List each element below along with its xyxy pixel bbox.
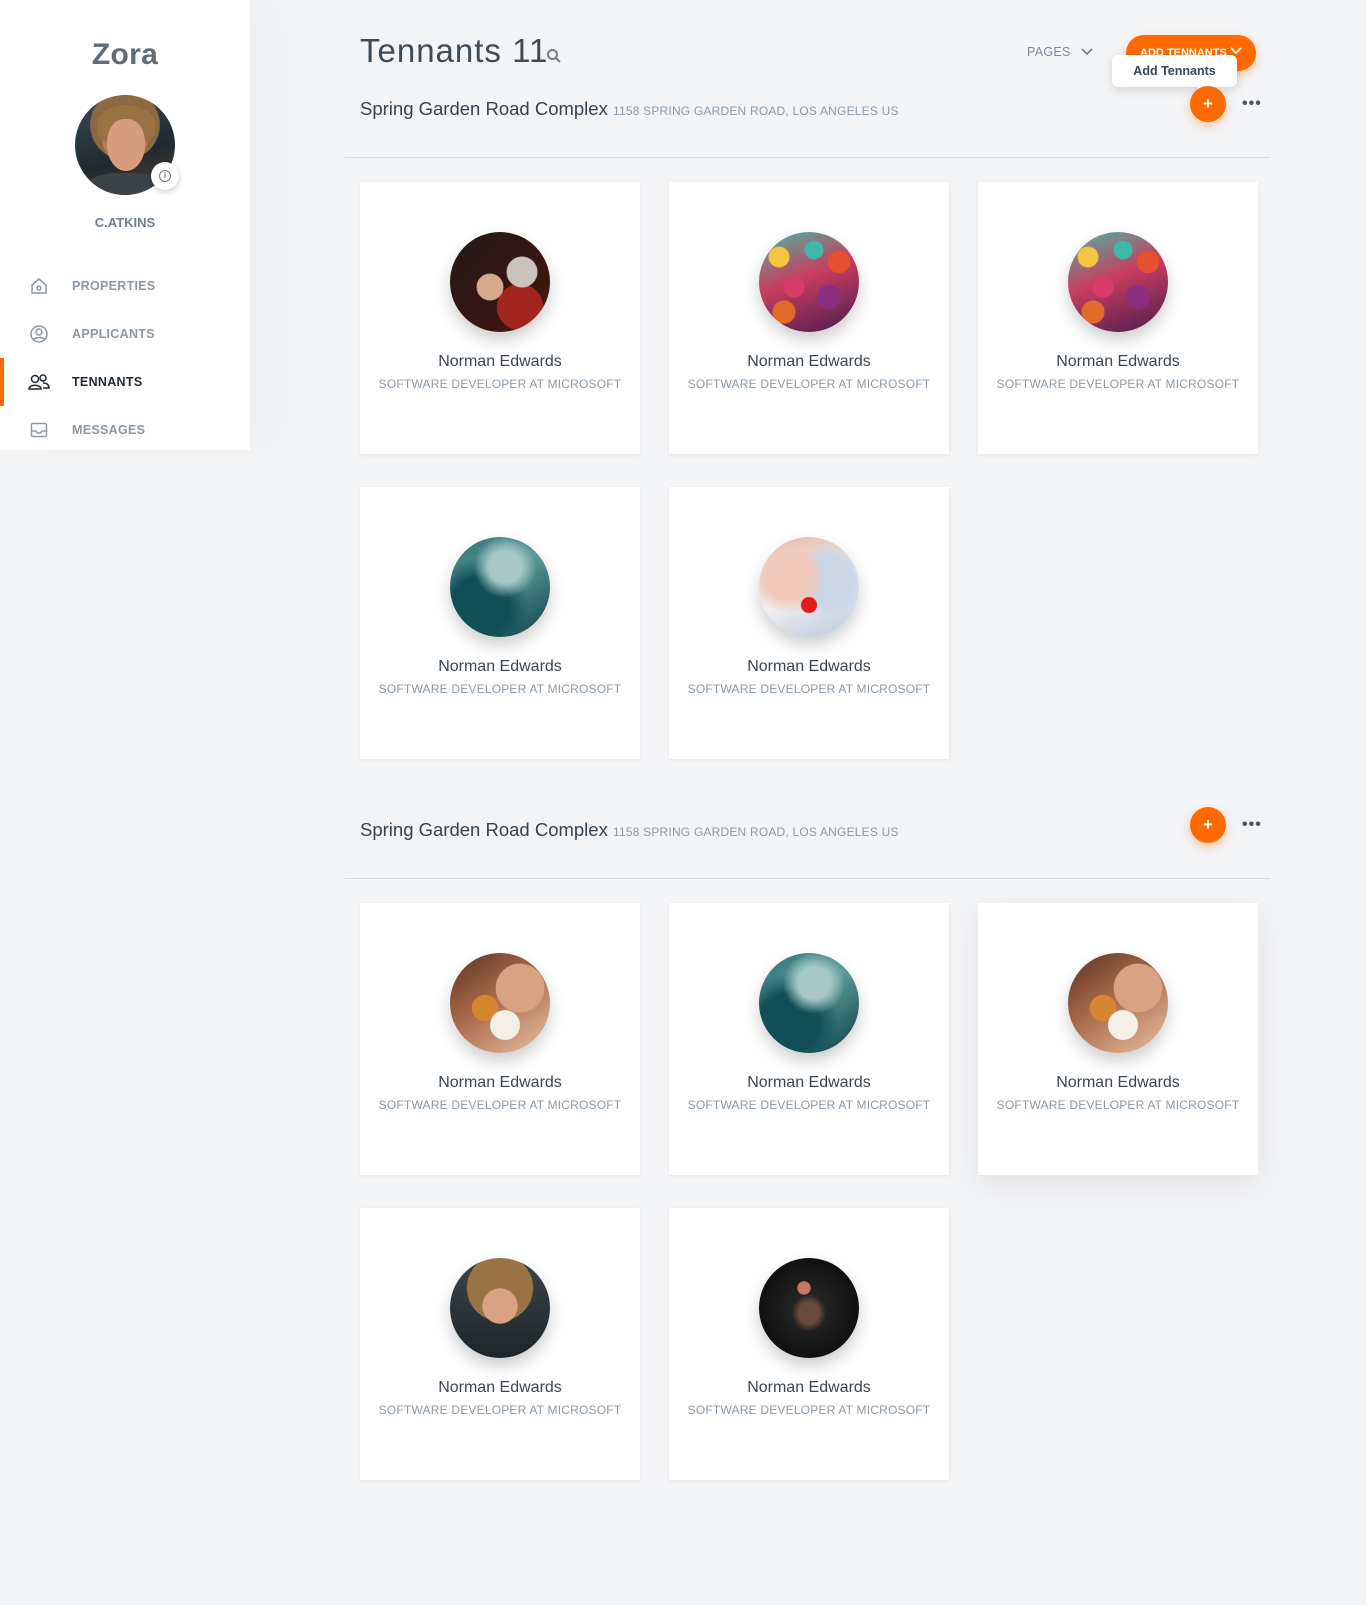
sidebar-item-label: MESSAGES [72, 423, 146, 437]
tenant-name: Norman Edwards [438, 1379, 562, 1396]
tenant-role: SOFTWARE DEVELOPER AT MICROSOFT [687, 377, 931, 391]
chevron-down-icon [1230, 47, 1242, 55]
inbox-icon [28, 419, 50, 441]
tenant-card[interactable]: Norman Edwards SOFTWARE DEVELOPER AT MIC… [669, 1208, 949, 1480]
tenant-card[interactable]: Norman Edwards SOFTWARE DEVELOPER AT MIC… [669, 182, 949, 454]
users-icon [28, 371, 50, 393]
sidebar-item-tennants[interactable]: TENNANTS [0, 358, 250, 406]
tenant-name: Norman Edwards [438, 1074, 562, 1091]
more-options-icon[interactable]: ••• [1242, 817, 1262, 833]
tenant-card[interactable]: Norman Edwards SOFTWARE DEVELOPER AT MIC… [669, 903, 949, 1175]
tenant-name: Norman Edwards [747, 658, 871, 675]
tenant-avatar [450, 1258, 550, 1358]
username: C.ATKINS [94, 215, 156, 230]
brand-logo: Zora [91, 38, 159, 71]
tenant-role: SOFTWARE DEVELOPER AT MICROSOFT [378, 1403, 622, 1417]
tenant-card[interactable]: Norman Edwards SOFTWARE DEVELOPER AT MIC… [669, 487, 949, 759]
tenant-avatar [1068, 232, 1168, 332]
sidebar-item-label: TENNANTS [72, 375, 143, 389]
tenant-name: Norman Edwards [438, 353, 562, 370]
sidebar-nav: PROPERTIES APPLICANTS TENNANTS MESSAGES [0, 262, 250, 454]
tenant-card[interactable]: Norman Edwards SOFTWARE DEVELOPER AT MIC… [360, 487, 640, 759]
tenant-card[interactable]: Norman Edwards SOFTWARE DEVELOPER AT MIC… [978, 182, 1258, 454]
tenant-avatar [450, 537, 550, 637]
tenant-name: Norman Edwards [747, 1379, 871, 1396]
section-address: 1158 SPRING GARDEN ROAD, LOS ANGELES US [613, 104, 899, 118]
tenant-avatar [759, 1258, 859, 1358]
tenant-name: Norman Edwards [438, 658, 562, 675]
pages-dropdown[interactable]: PAGES [1027, 45, 1093, 59]
tenant-card[interactable]: Norman Edwards SOFTWARE DEVELOPER AT MIC… [978, 903, 1258, 1175]
section-address: 1158 SPRING GARDEN ROAD, LOS ANGELES US [613, 825, 899, 839]
tenant-avatar [1068, 953, 1168, 1053]
sidebar-item-label: APPLICANTS [72, 327, 155, 341]
tenant-avatar [759, 232, 859, 332]
sidebar-item-messages[interactable]: MESSAGES [0, 406, 250, 454]
tenant-avatar [759, 953, 859, 1053]
tenant-role: SOFTWARE DEVELOPER AT MICROSOFT [687, 1403, 931, 1417]
sidebar: Zora i C.ATKINS PROPERTIES APPLICANTS TE… [0, 0, 250, 450]
tenant-role: SOFTWARE DEVELOPER AT MICROSOFT [687, 1098, 931, 1112]
add-tennants-tooltip: Add Tennants [1112, 55, 1237, 93]
page-title: Tennants 11 [360, 32, 549, 69]
user-circle-icon [28, 323, 50, 345]
search-icon[interactable] [545, 47, 563, 65]
tenant-name: Norman Edwards [747, 353, 871, 370]
add-tennant-button[interactable]: + [1190, 86, 1226, 122]
section-title: Spring Garden Road Complex [360, 819, 608, 840]
section-header: Spring Garden Road Complex 1158 SPRING G… [345, 807, 1270, 879]
tenant-name: Norman Edwards [1056, 353, 1180, 370]
tenant-role: SOFTWARE DEVELOPER AT MICROSOFT [996, 1098, 1240, 1112]
info-icon[interactable]: i [151, 162, 179, 190]
tenant-role: SOFTWARE DEVELOPER AT MICROSOFT [378, 682, 622, 696]
tenant-avatar [759, 537, 859, 637]
more-options-icon[interactable]: ••• [1242, 96, 1262, 112]
tenant-role: SOFTWARE DEVELOPER AT MICROSOFT [687, 682, 931, 696]
chevron-down-icon [1081, 48, 1093, 56]
tenant-name: Norman Edwards [747, 1074, 871, 1091]
tenant-role: SOFTWARE DEVELOPER AT MICROSOFT [378, 377, 622, 391]
tenant-card[interactable]: Norman Edwards SOFTWARE DEVELOPER AT MIC… [360, 903, 640, 1175]
tenant-name: Norman Edwards [1056, 1074, 1180, 1091]
tenant-avatar [450, 953, 550, 1053]
section-header: Spring Garden Road Complex 1158 SPRING G… [345, 86, 1270, 158]
tenant-role: SOFTWARE DEVELOPER AT MICROSOFT [378, 1098, 622, 1112]
home-icon [28, 275, 50, 297]
pages-label: PAGES [1027, 45, 1071, 59]
sidebar-item-properties[interactable]: PROPERTIES [0, 262, 250, 310]
sidebar-item-label: PROPERTIES [72, 279, 156, 293]
section-title: Spring Garden Road Complex [360, 98, 608, 119]
tenant-card[interactable]: Norman Edwards SOFTWARE DEVELOPER AT MIC… [360, 1208, 640, 1480]
add-tennant-button[interactable]: + [1190, 807, 1226, 843]
tenant-card[interactable]: Norman Edwards SOFTWARE DEVELOPER AT MIC… [360, 182, 640, 454]
tenant-role: SOFTWARE DEVELOPER AT MICROSOFT [996, 377, 1240, 391]
sidebar-item-applicants[interactable]: APPLICANTS [0, 310, 250, 358]
tenant-avatar [450, 232, 550, 332]
